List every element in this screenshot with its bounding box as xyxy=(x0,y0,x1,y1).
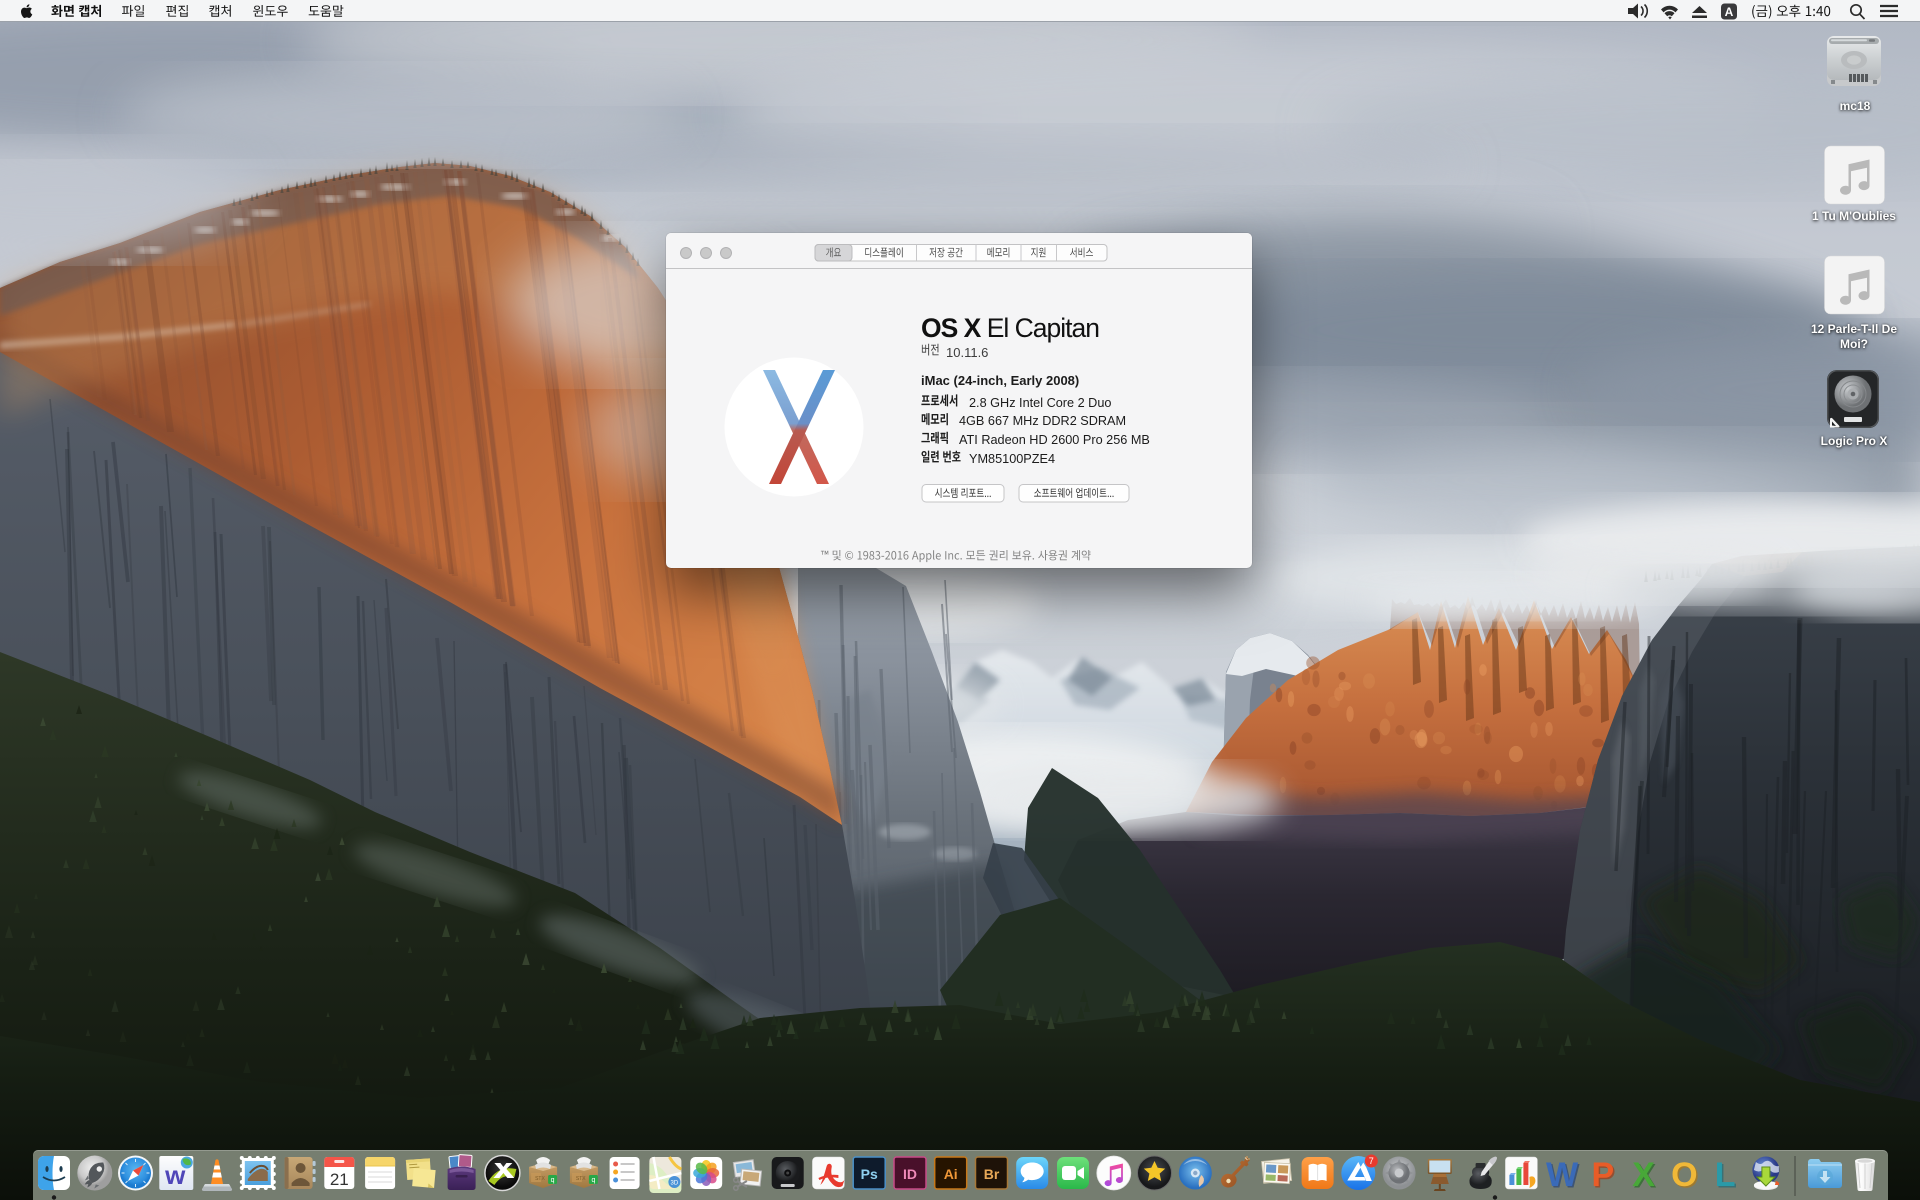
svg-text:3D: 3D xyxy=(671,1181,679,1187)
svg-text:Ai: Ai xyxy=(944,1166,958,1182)
svg-text:X: X xyxy=(1632,1156,1655,1194)
svg-text:Ps: Ps xyxy=(861,1166,878,1182)
svg-text:STX: STX xyxy=(576,1176,586,1182)
svg-text:STX: STX xyxy=(535,1176,545,1182)
svg-text:21: 21 xyxy=(330,1170,349,1189)
svg-text:7: 7 xyxy=(1369,1156,1374,1166)
svg-text:W: W xyxy=(1546,1156,1579,1194)
svg-text:q: q xyxy=(591,1177,595,1184)
svg-text:A: A xyxy=(1725,5,1734,19)
svg-text:q: q xyxy=(551,1177,555,1184)
svg-text:Br: Br xyxy=(984,1166,1000,1182)
svg-text:P: P xyxy=(1592,1156,1615,1194)
svg-text:O: O xyxy=(1671,1156,1697,1194)
svg-text:ID: ID xyxy=(903,1166,917,1182)
svg-text:L: L xyxy=(1715,1156,1736,1194)
